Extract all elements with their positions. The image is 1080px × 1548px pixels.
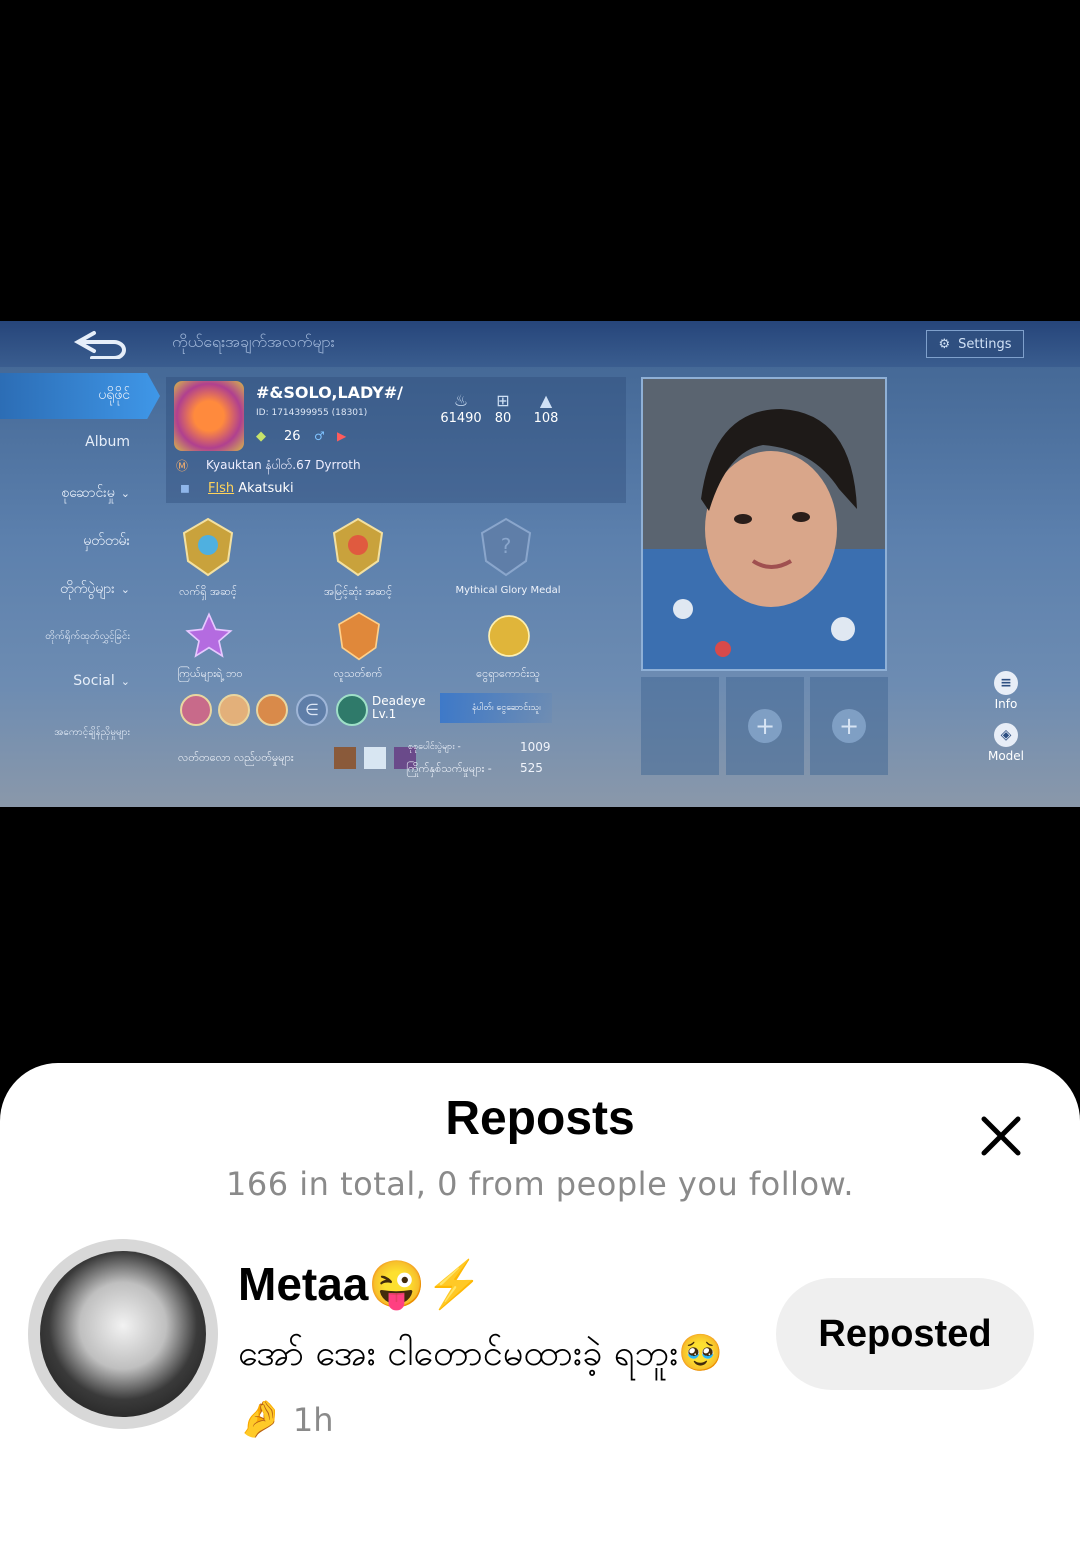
settings-button[interactable]: ⚙ Settings [926, 330, 1024, 358]
stat-value: 61490 [440, 411, 482, 426]
squad-name: Akatsuki [238, 481, 294, 496]
side-menu-label: စုဆောင်းမှု [61, 485, 115, 501]
total-matches-label: စုစုပေါင်းပွဲများ - [408, 742, 461, 752]
plus-icon: + [748, 709, 782, 743]
post-time: 1h [292, 1401, 334, 1439]
thumbs-up-icon: ▲ [539, 391, 553, 410]
mythical-glory-medal-icon[interactable]: ? [476, 517, 536, 577]
side-menu-item-album[interactable]: Album [0, 434, 160, 450]
user-name[interactable]: Metaa😜⚡ [238, 1257, 483, 1312]
rank-badge-icon: ◆ [256, 429, 266, 444]
recent-hero-thumbnail[interactable] [364, 747, 386, 769]
player-level: 26 [284, 429, 301, 444]
rank-chip-label: နံပါတ်၊ ငွေဆောင်းသူ၊ [472, 702, 541, 713]
recent-activity-label: လတ်တလော လည်ပတ်မှုများ [178, 751, 294, 764]
user-message: အော် အေး ငါတောင်မထားခဲ့ ရဘူး🥹🤌 1h [238, 1321, 758, 1453]
model-label: Model [987, 749, 1025, 763]
medal-label: အမြင့်ဆုံး အဆင့် [323, 585, 393, 598]
hero-portrait[interactable] [180, 694, 212, 726]
game-profile-screenshot: ကိုယ်ရေးအချက်အလက်များ ⚙ Settings ပရိုဖို… [0, 321, 1080, 807]
chevron-down-icon: ⌄ [120, 583, 130, 596]
add-photo-slot[interactable]: + [810, 677, 888, 775]
medal-label: လူသတ်စက် [333, 667, 383, 680]
deadeye-title: Deadeye Lv.1 [372, 695, 425, 721]
info-label: Info [994, 697, 1018, 711]
plus-icon: + [832, 709, 866, 743]
model-button[interactable]: ◈ Model [982, 723, 1030, 763]
stat-value: 80 [494, 411, 512, 426]
game-page-title: ကိုယ်ရေးအချက်အလက်များ [172, 332, 335, 351]
empty-photo-slot[interactable] [641, 677, 719, 775]
close-icon[interactable] [978, 1113, 1024, 1159]
settings-label: Settings [958, 336, 1012, 352]
gear-icon: ⚙ [938, 336, 951, 352]
svg-text:?: ? [501, 534, 512, 558]
info-button[interactable]: ≡ Info [982, 671, 1030, 711]
medal-label: ကြယ်များရဲ့ ဘဝ [177, 667, 243, 680]
stat-value: 108 [533, 411, 559, 426]
deadeye-level: Lv.1 [372, 707, 397, 721]
side-menu-label: Social [73, 673, 115, 689]
stat-likes: ▲ 108 [521, 391, 571, 426]
side-menu-item-live[interactable]: တိုက်ရိုက်ထုတ်လွှင့်ခြင်း [0, 629, 160, 644]
user-avatar[interactable] [28, 1239, 218, 1429]
child-portrait-image [643, 379, 885, 669]
sheet-title: Reposts [445, 1092, 635, 1145]
cube-icon: ◈ [994, 723, 1018, 747]
recent-hero-thumbnail[interactable] [334, 747, 356, 769]
star-life-medal-icon[interactable] [184, 611, 234, 661]
current-rank-medal-icon[interactable] [178, 517, 238, 577]
profile-photo[interactable] [641, 377, 887, 671]
add-photo-slot[interactable]: + [726, 677, 804, 775]
total-matches-value: 1009 [520, 740, 551, 754]
killer-medal-icon[interactable] [334, 611, 384, 661]
gold-earner-medal-icon[interactable] [484, 611, 534, 661]
medal-label: လက်ရှိ အဆင့် [179, 585, 237, 598]
emblem-icon[interactable]: ∈ [296, 694, 328, 726]
highest-rank-medal-icon[interactable] [328, 517, 388, 577]
side-menu-item-profile[interactable]: ပရိုဖိုင် [0, 385, 160, 406]
gender-icon: ♂ [314, 429, 325, 443]
side-menu-item-battles[interactable]: တိုက်ပွဲများ ⌄ [0, 579, 160, 600]
side-menu-item-history[interactable]: မှတ်တမ်း [0, 531, 160, 552]
anime-girl-avatar-image [40, 1251, 206, 1417]
chevron-down-icon: ⌄ [120, 675, 130, 688]
medal-label: ငွေရှာကောင်းသူ [476, 667, 540, 680]
game-top-bar [0, 321, 1080, 367]
side-menu-label: တိုက်ပွဲများ [59, 581, 115, 597]
repost-count-summary: 166 in total, 0 from people you follow. [226, 1165, 854, 1203]
flag-icon: ▶ [337, 429, 347, 443]
guild-icon: Ⓜ [176, 459, 189, 473]
reposts-sheet: Reposts 166 in total, 0 from people you … [0, 1063, 1080, 1548]
deadeye-badge-icon[interactable] [336, 694, 368, 726]
reposted-button[interactable]: Reposted [776, 1278, 1034, 1390]
back-arrow-icon[interactable] [72, 329, 130, 359]
side-menu-item-account[interactable]: အကောင့်ချိန်ညှိမှုများ [0, 725, 160, 740]
hero-portrait[interactable] [218, 694, 250, 726]
player-guild: Kyauktan နံပါတ်.67 Dyrroth [206, 458, 361, 472]
rank-chip[interactable]: နံပါတ်၊ ငွေဆောင်းသူ၊ [440, 693, 552, 723]
squad-tag: Flsh [208, 481, 235, 496]
medal-label: Mythical Glory Medal [455, 585, 561, 596]
document-icon: ≡ [994, 671, 1018, 695]
chevron-down-icon: ⌄ [120, 487, 130, 500]
favorites-label: ကြိုက်နှစ်သက်မှုများ - [406, 762, 492, 775]
side-menu-item-collection[interactable]: စုဆောင်းမှု ⌄ [0, 483, 160, 504]
side-menu-item-social[interactable]: Social ⌄ [0, 673, 160, 689]
hero-portrait[interactable] [256, 694, 288, 726]
squad-icon: ◼ [180, 481, 190, 495]
player-squad[interactable]: Flsh Akatsuki [208, 481, 294, 496]
favorites-value: 525 [520, 761, 543, 775]
player-name: #&SOLO,LADY#/ [256, 383, 403, 402]
player-id: ID: 1714399955 (18301) [256, 408, 368, 418]
player-avatar[interactable] [174, 381, 244, 451]
